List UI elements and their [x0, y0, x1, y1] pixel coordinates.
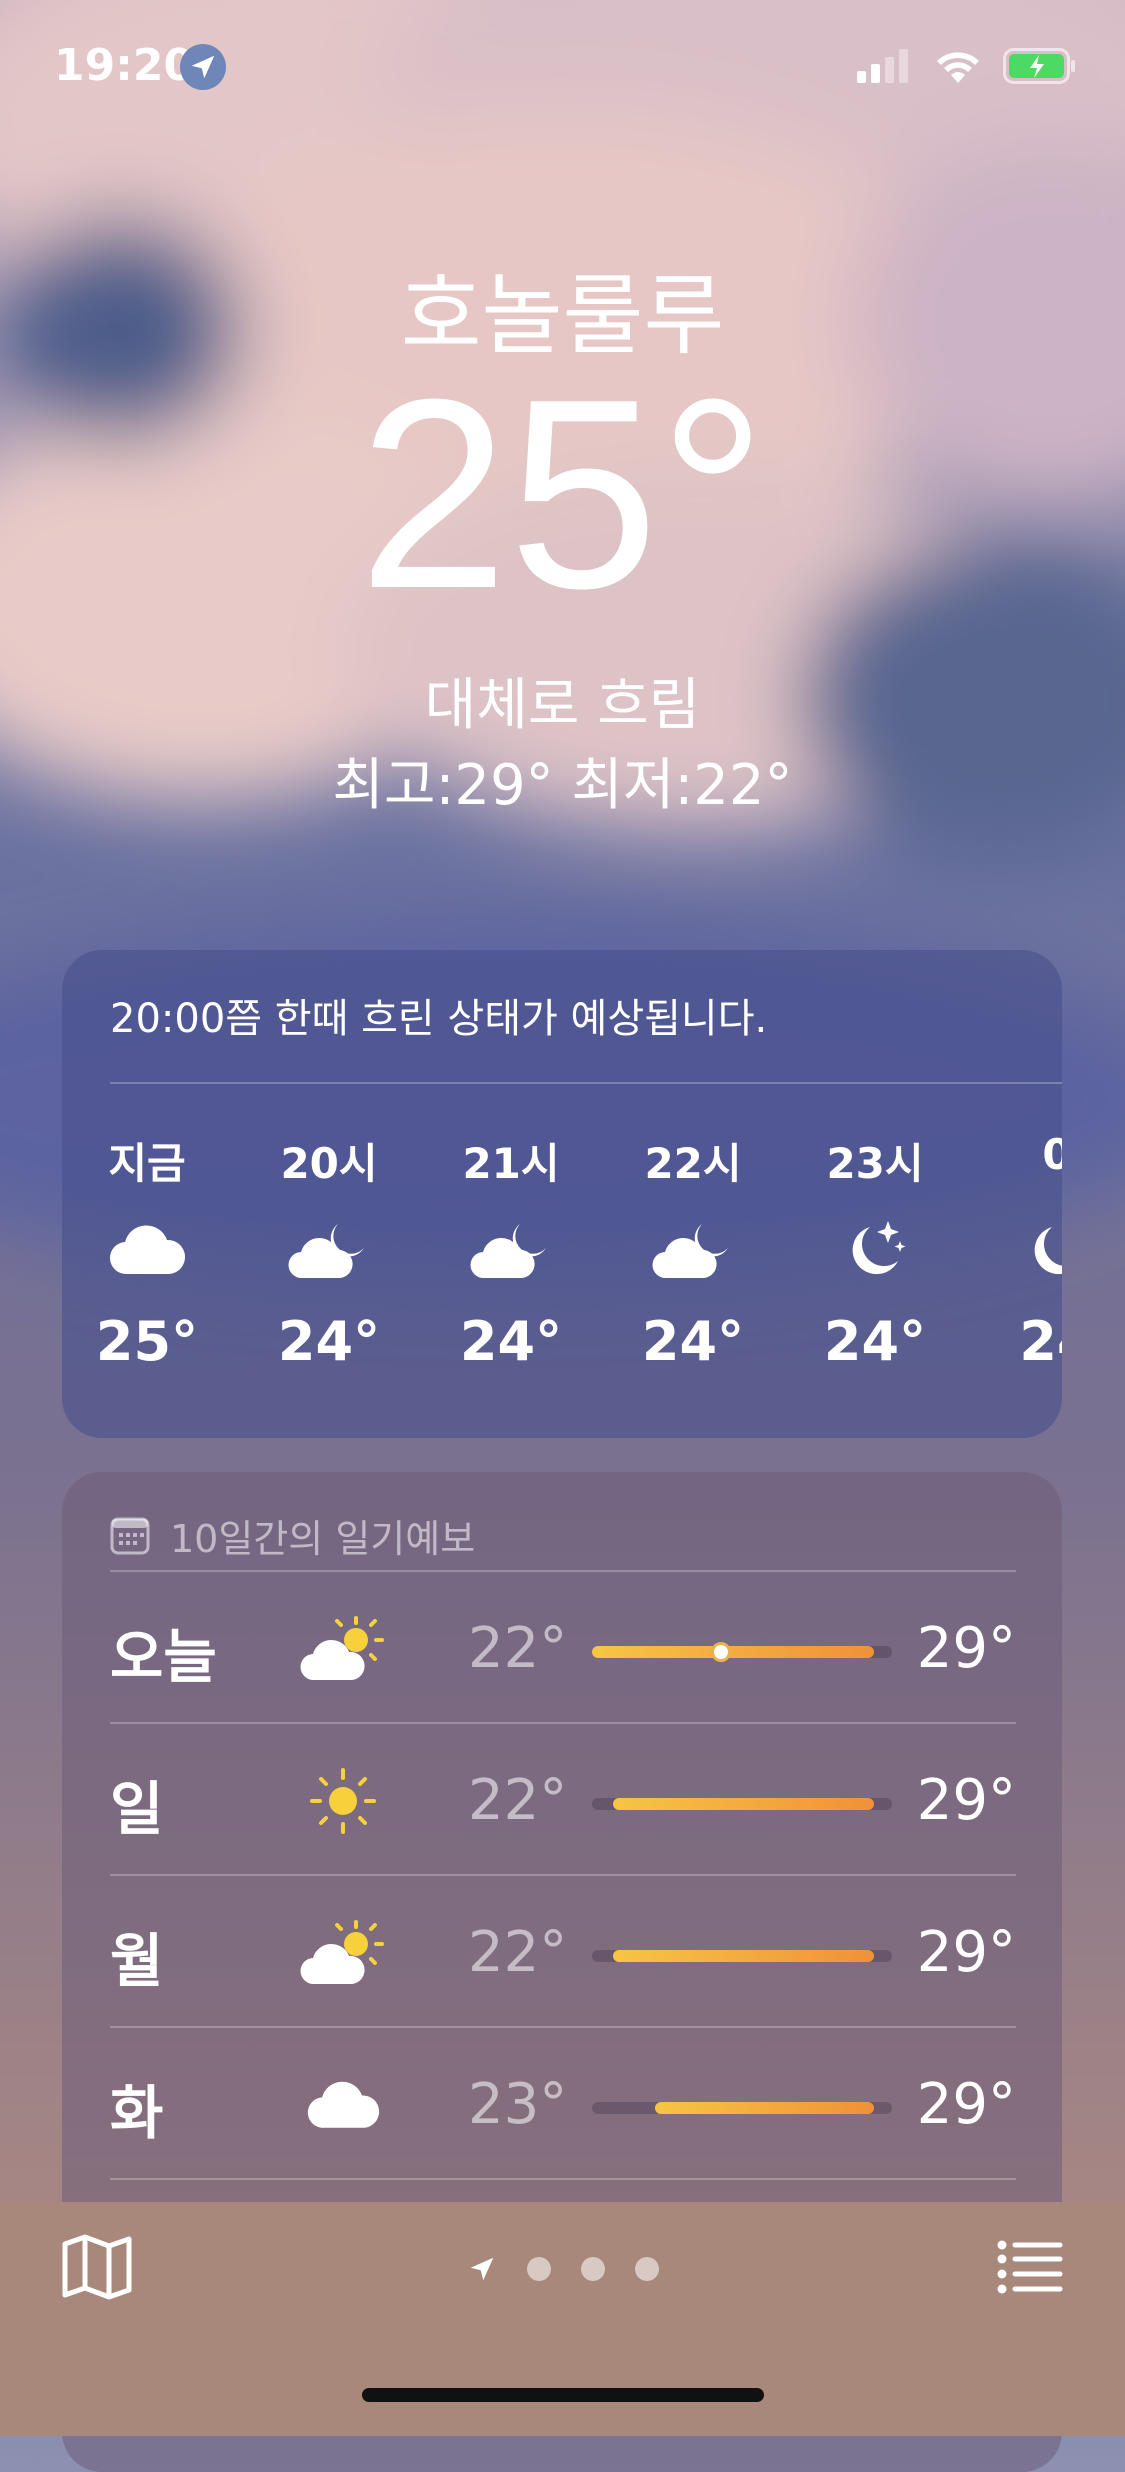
hour-temp: 24° — [277, 1310, 381, 1373]
temp-range-bar — [592, 1950, 892, 1962]
day-name: 월 — [110, 1927, 164, 1995]
low-temp: 22° — [468, 1920, 568, 1985]
page-dot[interactable] — [580, 2257, 605, 2281]
hour-item: 23시 24° — [800, 1130, 950, 1373]
page-indicator[interactable] — [0, 2254, 1125, 2284]
current-temperature: 25° — [358, 344, 767, 645]
hour-item: 21시 24° — [436, 1130, 586, 1373]
hour-temp: 24 — [1019, 1310, 1062, 1373]
divider — [110, 1082, 1062, 1084]
bottom-toolbar — [0, 2202, 1125, 2436]
temp-range-bar — [592, 1798, 892, 1810]
cellular-signal-icon — [857, 49, 908, 83]
current-temp-dot — [711, 1642, 731, 1662]
current-location-page-icon[interactable] — [467, 2254, 497, 2284]
hour-temp: 24° — [641, 1310, 745, 1373]
partly-sunny-icon — [288, 1594, 398, 1704]
hour-label: 22시 — [644, 1139, 742, 1188]
hour-label: 0 — [1042, 1130, 1062, 1179]
temp-range-fill — [613, 1798, 874, 1810]
weather-condition: 대체로 흐림 — [424, 673, 701, 738]
hour-temp: 24° — [459, 1310, 563, 1373]
day-name: 오늘 — [110, 1623, 217, 1691]
temp-range-fill — [655, 2102, 874, 2114]
cloud-icon — [72, 1190, 222, 1310]
hour-temp: 25° — [95, 1310, 199, 1373]
hour-label: 지금 — [108, 1139, 186, 1188]
location-arrow-icon — [180, 44, 226, 90]
status-time: 19:20 — [54, 40, 195, 91]
cloud-moon-icon — [618, 1190, 768, 1310]
hour-item: 20시 24° — [254, 1130, 404, 1373]
ten-day-header: 10일간의 일기예보 — [110, 1508, 475, 1563]
day-row[interactable]: 오늘 22° 29° — [110, 1572, 1016, 1724]
hour-label: 23시 — [826, 1139, 924, 1188]
low-temp: 23° — [468, 2072, 568, 2137]
high-temp: 29° — [916, 1920, 1016, 1985]
hourly-summary: 20:00쯤 한때 흐린 상태가 예상됩니다. — [110, 996, 768, 1042]
moon-icon — [982, 1190, 1062, 1310]
ten-day-title: 10일간의 일기예보 — [170, 1517, 476, 1561]
page-dot[interactable] — [526, 2257, 551, 2281]
status-icons — [857, 48, 1077, 84]
temp-range-fill — [613, 1950, 874, 1962]
hour-label: 20시 — [280, 1139, 378, 1188]
hour-item: 22시 24° — [618, 1130, 768, 1373]
high-temp: 29° — [916, 1616, 1016, 1681]
partly-sunny-icon — [288, 1898, 398, 2008]
cloud-moon-icon — [254, 1190, 404, 1310]
sun-icon — [288, 1746, 398, 1856]
hour-item: 지금 25° — [72, 1130, 222, 1373]
hour-label: 21시 — [462, 1139, 560, 1188]
day-row[interactable]: 일 22° 29° — [110, 1724, 1016, 1876]
low-temp: 22° — [468, 1768, 568, 1833]
temp-range-bar — [592, 2102, 892, 2114]
calendar-icon — [110, 1517, 150, 1554]
page-dot[interactable] — [634, 2257, 659, 2281]
hourly-forecast-card[interactable]: 20:00쯤 한때 흐린 상태가 예상됩니다. 지금 25° 20시 24° 2… — [62, 950, 1062, 1438]
day-name: 일 — [110, 1775, 164, 1843]
list-icon[interactable] — [997, 2240, 1063, 2298]
low-temp: 22° — [468, 1616, 568, 1681]
divider — [110, 2178, 1016, 2180]
moon-stars-icon — [800, 1190, 950, 1310]
home-indicator[interactable] — [362, 2388, 764, 2402]
high-temp: 29° — [916, 1768, 1016, 1833]
day-name: 화 — [110, 2079, 164, 2147]
day-row[interactable]: 월 22° 29° — [110, 1876, 1016, 2028]
hour-temp: 24° — [823, 1310, 927, 1373]
temp-range-fill — [592, 1646, 874, 1658]
day-row[interactable]: 화 23° 29° — [110, 2028, 1016, 2180]
wifi-icon — [937, 52, 979, 83]
cloud-icon — [288, 2050, 398, 2160]
cloud-moon-icon — [436, 1190, 586, 1310]
hour-item: 0 24 — [982, 1130, 1062, 1373]
battery-charging-icon — [1003, 48, 1075, 84]
temp-range-bar — [592, 1642, 892, 1662]
high-temp: 29° — [916, 2072, 1016, 2137]
high-low-temperature: 최고:29° 최저:22° — [332, 753, 793, 818]
